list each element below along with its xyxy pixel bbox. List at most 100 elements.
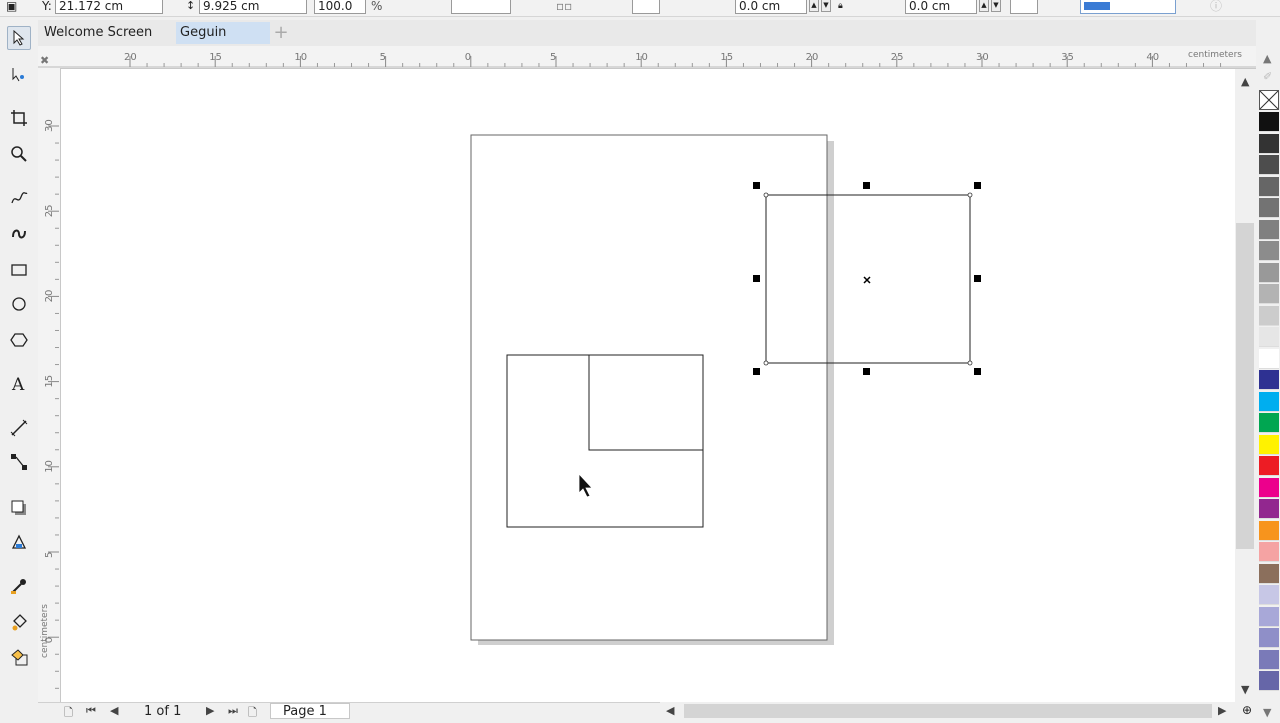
scroll-right-icon[interactable]: ▶ [1218,704,1226,717]
shape-tool[interactable] [7,62,31,86]
polygon-tool[interactable] [7,328,31,352]
scale-input[interactable]: 100.0 [314,0,366,14]
scroll-up-icon[interactable]: ▲ [1241,75,1249,88]
eyedropper-icon [11,579,26,594]
color-swatch[interactable] [1259,563,1279,584]
tab-welcome-screen[interactable]: Welcome Screen [40,22,176,44]
y-position-input[interactable]: 21.172 cm [55,0,163,14]
palette-scroll-down-icon[interactable]: ▼ [1263,706,1271,719]
color-swatch[interactable] [1259,219,1279,240]
tab-geguin[interactable]: Geguin [176,22,270,44]
height-input[interactable]: 9.925 cm [199,0,307,14]
offset-y-down-stepper[interactable]: ▼ [991,0,1001,12]
outline-color-field[interactable] [1080,0,1176,14]
color-swatch[interactable] [1259,520,1279,541]
color-swatch[interactable] [1259,262,1279,283]
zoom-tool[interactable] [7,142,31,166]
artistic-media-tool[interactable] [7,222,31,246]
ruler-h-ticks: 20 15 10 5 0 5 10 15 20 25 30 35 40 [38,52,1256,68]
smart-fill-icon [11,649,28,666]
wrap-option[interactable] [1010,0,1038,14]
color-swatch[interactable] [1259,649,1279,670]
next-page-icon[interactable]: ▶ [206,704,214,717]
color-swatch[interactable] [1259,198,1279,218]
offset-y-stepper[interactable]: ▲ [979,0,989,12]
info-icon[interactable]: ⓘ [1210,0,1222,14]
vertical-ruler[interactable]: 30 25 20 15 10 5 0 centimeters [38,68,61,702]
first-page-icon[interactable]: ⏮︎ [86,704,96,718]
drop-shadow-tool[interactable] [7,496,31,520]
offset-x-down-stepper[interactable]: ▼ [821,0,831,12]
lock-icon[interactable]: 🔒︎ [838,0,843,14]
mirror-icon[interactable]: ▫▫ [556,0,572,14]
color-swatch[interactable] [1259,391,1279,412]
ruler-v-unit-label: centimeters [40,604,50,658]
color-swatch[interactable] [1259,176,1279,197]
navigator-icon[interactable]: ⊕ [1238,703,1256,720]
shape-tool-icon [12,68,24,82]
horizontal-ruler[interactable]: 20 15 10 5 0 5 10 15 20 25 30 35 40 centimeters ✖ [38,46,1256,69]
crop-tool[interactable] [7,106,31,130]
ruler-origin-icon[interactable]: ✖ [40,54,49,67]
drawing-canvas[interactable] [61,69,1235,702]
color-swatch[interactable] [1259,155,1279,175]
previous-page-icon[interactable]: ◀ [110,704,118,717]
color-swatch[interactable] [1259,477,1279,498]
height-icon: ↕ [186,0,196,12]
horizontal-scrollbar[interactable]: ◀ ▶ [660,702,1236,720]
last-page-icon[interactable]: ⏭︎ [228,704,238,718]
pick-tool[interactable] [7,26,31,50]
add-tab-button[interactable]: + [264,22,298,44]
page-navigator: 🗋︎ ⏮︎ ◀ 1 of 1 ▶ ⏭︎ 🗋︎ Page 1 [38,702,660,721]
color-swatch[interactable] [1259,133,1279,154]
color-swatch[interactable] [1259,434,1279,455]
color-swatch[interactable] [1259,671,1279,691]
offset-x-stepper[interactable]: ▲ [809,0,819,12]
color-swatch[interactable] [1259,585,1279,605]
freehand-tool[interactable] [7,186,31,210]
drop-shadow-icon [11,500,26,515]
outline-width-field[interactable] [632,0,660,14]
color-swatch[interactable] [1259,241,1279,261]
color-swatch[interactable] [1259,542,1279,562]
eyedropper-tool[interactable] [7,574,31,598]
dimension-tool[interactable] [7,416,31,440]
scroll-down-icon[interactable]: ▼ [1241,683,1249,696]
add-page-after-icon[interactable]: 🗋︎ [248,704,257,723]
vertical-scroll-thumb[interactable] [1236,223,1254,549]
ellipse-tool[interactable] [7,292,31,316]
add-page-before-icon[interactable]: 🗋︎ [64,704,73,723]
color-swatch[interactable] [1259,606,1279,627]
horizontal-scroll-thumb[interactable] [684,704,1212,718]
color-swatch[interactable] [1259,413,1279,433]
vertical-scrollbar[interactable]: ▲ ▼ [1236,69,1256,702]
ruler-v-label: 10 [44,460,55,473]
palette-scroll-up-icon[interactable]: ▲ [1263,52,1271,65]
interactive-fill-tool[interactable] [7,610,31,634]
text-tool[interactable]: A [7,372,31,396]
smart-fill-tool[interactable] [7,646,31,670]
color-swatch[interactable] [1259,370,1279,390]
color-swatch[interactable] [1259,499,1279,519]
offset-y-input[interactable]: 0.0 cm [905,0,977,14]
palette-eyedropper-icon[interactable]: ✐ [1263,70,1272,83]
color-swatch[interactable] [1259,327,1279,347]
property-bar: ▣ Y: 21.172 cm ↕ 9.925 cm 100.0 % ▫▫ 0.0… [0,0,1280,17]
color-swatch[interactable] [1259,305,1279,326]
rotation-input[interactable] [451,0,511,14]
scroll-left-icon[interactable]: ◀ [666,704,674,717]
color-swatch[interactable] [1259,628,1279,648]
rectangle-tool[interactable] [7,258,31,282]
color-swatch[interactable] [1259,284,1279,304]
no-color-swatch[interactable] [1259,90,1279,110]
transparency-tool[interactable] [7,530,31,554]
color-swatch[interactable] [1259,456,1279,476]
y-label: Y: [42,0,52,13]
color-swatch[interactable] [1259,348,1279,369]
connector-tool[interactable] [7,450,31,474]
offset-x-input[interactable]: 0.0 cm [735,0,807,14]
object-size-icon: ▣ [6,0,18,13]
interactive-fill-icon [12,614,27,631]
color-swatch[interactable] [1259,112,1279,132]
page-tab[interactable]: Page 1 [270,703,350,719]
